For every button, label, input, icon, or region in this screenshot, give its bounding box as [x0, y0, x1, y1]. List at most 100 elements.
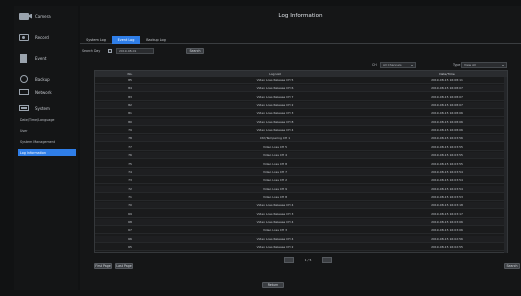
cell-log: Video Loss CH 8 — [262, 161, 288, 166]
system-icon — [19, 105, 29, 111]
cell-no: 80 — [128, 119, 132, 124]
network-icon — [19, 89, 29, 95]
cell-date-time: 2019-08-15 16:03:56 — [431, 136, 463, 141]
sidebar-subitem-log-information[interactable]: Log Information — [18, 149, 76, 156]
cell-date-time: 2019-08-15 16:03:54 — [431, 186, 463, 191]
table-row[interactable]: 75 Video Loss CH 8 2019-08-15 16:03:55 — [95, 161, 507, 168]
sidebar-item-network[interactable]: Network — [16, 86, 78, 98]
cell-no: 69 — [128, 211, 132, 216]
cell-date-time: 2019-08-15 16:02:56 — [431, 236, 463, 241]
table-row[interactable]: 69 Video Loss Release CH 3 2019-08-15 16:0… — [95, 211, 507, 218]
last-page-button[interactable]: Last Page — [115, 263, 133, 269]
camera-icon — [19, 12, 29, 20]
cell-log: Video Loss CH 9 — [262, 186, 288, 191]
cell-no: 70 — [128, 203, 132, 208]
cell-log: Video Loss CH 3 — [262, 228, 288, 233]
sidebar-item-label: Record — [35, 34, 49, 40]
cell-log: Video Loss CH 7 — [262, 169, 288, 174]
table-row[interactable]: 83 Video Loss Release CH 7 2019-08-15 16:0… — [95, 94, 507, 101]
cell-date-time: 2019-08-15 16:03:55 — [431, 153, 463, 158]
page-indicator: 1 / 5 — [304, 258, 312, 262]
search-bottom-button[interactable]: Search — [504, 263, 520, 269]
tab-system-log[interactable]: System Log — [82, 36, 110, 44]
tab-bar: System Log Event Log Backup Log — [80, 34, 521, 44]
sidebar-subitem-user[interactable]: User — [18, 127, 76, 134]
channel-select[interactable]: All Channels — [380, 62, 416, 68]
sidebar-item-event[interactable]: Event — [16, 52, 78, 64]
cell-log: Video Loss CH 4 — [262, 153, 288, 158]
cell-date-time: 2019-08-15 16:03:53 — [431, 194, 463, 199]
cell-log: Video Loss CH 8 — [262, 194, 288, 199]
cell-no: 85 — [128, 78, 132, 82]
tab-backup-log[interactable]: Backup Log — [142, 36, 170, 44]
sidebar-subitem-label: User — [20, 128, 28, 133]
search-row: Search Day 2019-08-01 Search — [80, 48, 521, 56]
cell-log: Video Loss Release CH 4 — [256, 219, 294, 224]
table-row[interactable]: 68 Video Loss Release CH 4 2019-08-15 16:0… — [95, 218, 507, 226]
cell-log: Video Loss Release CH 4 — [256, 128, 294, 133]
cell-log: Video Loss Release CH 3 — [256, 111, 294, 116]
cell-date-time: 2019-08-15 16:08:11 — [431, 78, 463, 82]
cell-no: 76 — [128, 153, 132, 158]
table-row[interactable]: 84 Video Loss Release CH 6 2019-08-15 16:0… — [95, 85, 507, 93]
cell-log: Video Loss Release CH 8 — [256, 119, 294, 124]
record-icon — [19, 33, 29, 41]
table-row[interactable]: 65 Video Loss Release CH 2 2019-08-15 16:0… — [95, 244, 507, 251]
cell-no: 66 — [128, 236, 132, 241]
log-table: No. Log List Date/Time 85 Video Loss Rele… — [94, 70, 508, 253]
cell-no: 78 — [128, 136, 132, 141]
cell-log: Video Loss Release CH 6 — [256, 86, 294, 91]
table-row[interactable]: 72 Video Loss CH 9 2019-08-15 16:03:54 — [95, 185, 507, 193]
prev-page-button[interactable] — [284, 257, 294, 263]
sidebar-item-camera[interactable]: Camera — [16, 10, 78, 22]
table-scrollbar[interactable] — [504, 77, 507, 253]
cell-log: Video Loss Release CH 3 — [256, 211, 294, 216]
table-row[interactable]: 76 Video Loss CH 4 2019-08-15 16:03:55 — [95, 152, 507, 160]
cell-no: 81 — [128, 111, 132, 116]
channel-filter-label: CH — [372, 63, 377, 67]
type-select[interactable]: View All — [461, 62, 507, 68]
first-page-button[interactable]: First Page — [94, 263, 112, 269]
table-row[interactable]: 74 Video Loss CH 7 2019-08-15 16:03:54 — [95, 168, 507, 176]
table-row[interactable]: 80 Video Loss Release CH 8 2019-08-15 16:0… — [95, 118, 507, 126]
next-page-button[interactable] — [322, 257, 332, 263]
table-row[interactable]: 67 Video Loss CH 3 2019-08-15 16:03:06 — [95, 227, 507, 235]
cell-no: 79 — [128, 128, 132, 133]
search-button[interactable]: Search — [186, 48, 204, 54]
sidebar-subitem-system-management[interactable]: System Management — [18, 138, 76, 145]
table-row[interactable]: 82 Video Loss Release CH 2 2019-08-15 16:0… — [95, 102, 507, 110]
cell-log: Video Loss CH 5 — [262, 144, 288, 149]
sidebar-item-label: Camera — [35, 13, 51, 19]
table-row[interactable]: 66 Video Loss Release CH 4 2019-08-15 16:0… — [95, 235, 507, 243]
cell-no: 75 — [128, 161, 132, 166]
cell-date-time: 2019-08-15 16:03:06 — [431, 228, 463, 233]
table-row[interactable]: 71 Video Loss CH 8 2019-08-15 16:03:53 — [95, 194, 507, 201]
table-row[interactable]: 78 Ctrl/Tampering CH 1 2019-08-15 16:03:56 — [95, 135, 507, 143]
cell-no: 67 — [128, 228, 132, 233]
search-day-checkbox[interactable] — [108, 49, 112, 53]
tab-event-log[interactable]: Event Log — [112, 36, 140, 44]
table-row[interactable]: 70 Video Loss Release CH 4 2019-08-15 16:0… — [95, 202, 507, 210]
sidebar-item-backup[interactable]: Backup — [16, 73, 78, 85]
cell-log: Video Loss Release CH 4 — [256, 236, 294, 241]
tab-label: Event Log — [117, 38, 135, 42]
cell-log: Video Loss Release CH 2 — [256, 245, 294, 249]
search-date-input[interactable]: 2019-08-01 — [116, 48, 154, 54]
cell-date-time: 2019-08-15 16:08:06 — [431, 119, 463, 124]
sidebar-item-record[interactable]: Record — [16, 31, 78, 43]
sidebar-item-system[interactable]: System — [16, 102, 78, 114]
table-row[interactable]: 85 Video Loss Release CH 5 2019-08-15 16:0… — [95, 77, 507, 84]
sidebar-item-label: Event — [35, 55, 47, 61]
cell-no: 74 — [128, 169, 132, 174]
cell-date-time: 2019-08-15 16:03:55 — [431, 161, 463, 166]
sidebar-subitem-label: System Management — [20, 139, 56, 144]
table-row[interactable]: 77 Video Loss CH 5 2019-08-15 16:03:55 — [95, 144, 507, 151]
table-row[interactable]: 81 Video Loss Release CH 3 2019-08-15 16:0… — [95, 110, 507, 118]
table-row[interactable]: 73 Video Loss CH 2 2019-08-15 16:03:54 — [95, 177, 507, 185]
return-button[interactable]: Return — [262, 282, 284, 288]
cell-no: 83 — [128, 94, 132, 99]
cell-date-time: 2019-08-15 16:08:07 — [431, 94, 463, 99]
sidebar-subitem-date-time-language[interactable]: Date/Time/Language — [18, 116, 76, 123]
cell-no: 77 — [128, 144, 132, 149]
table-row[interactable]: 79 Video Loss Release CH 4 2019-08-15 16:0… — [95, 127, 507, 135]
